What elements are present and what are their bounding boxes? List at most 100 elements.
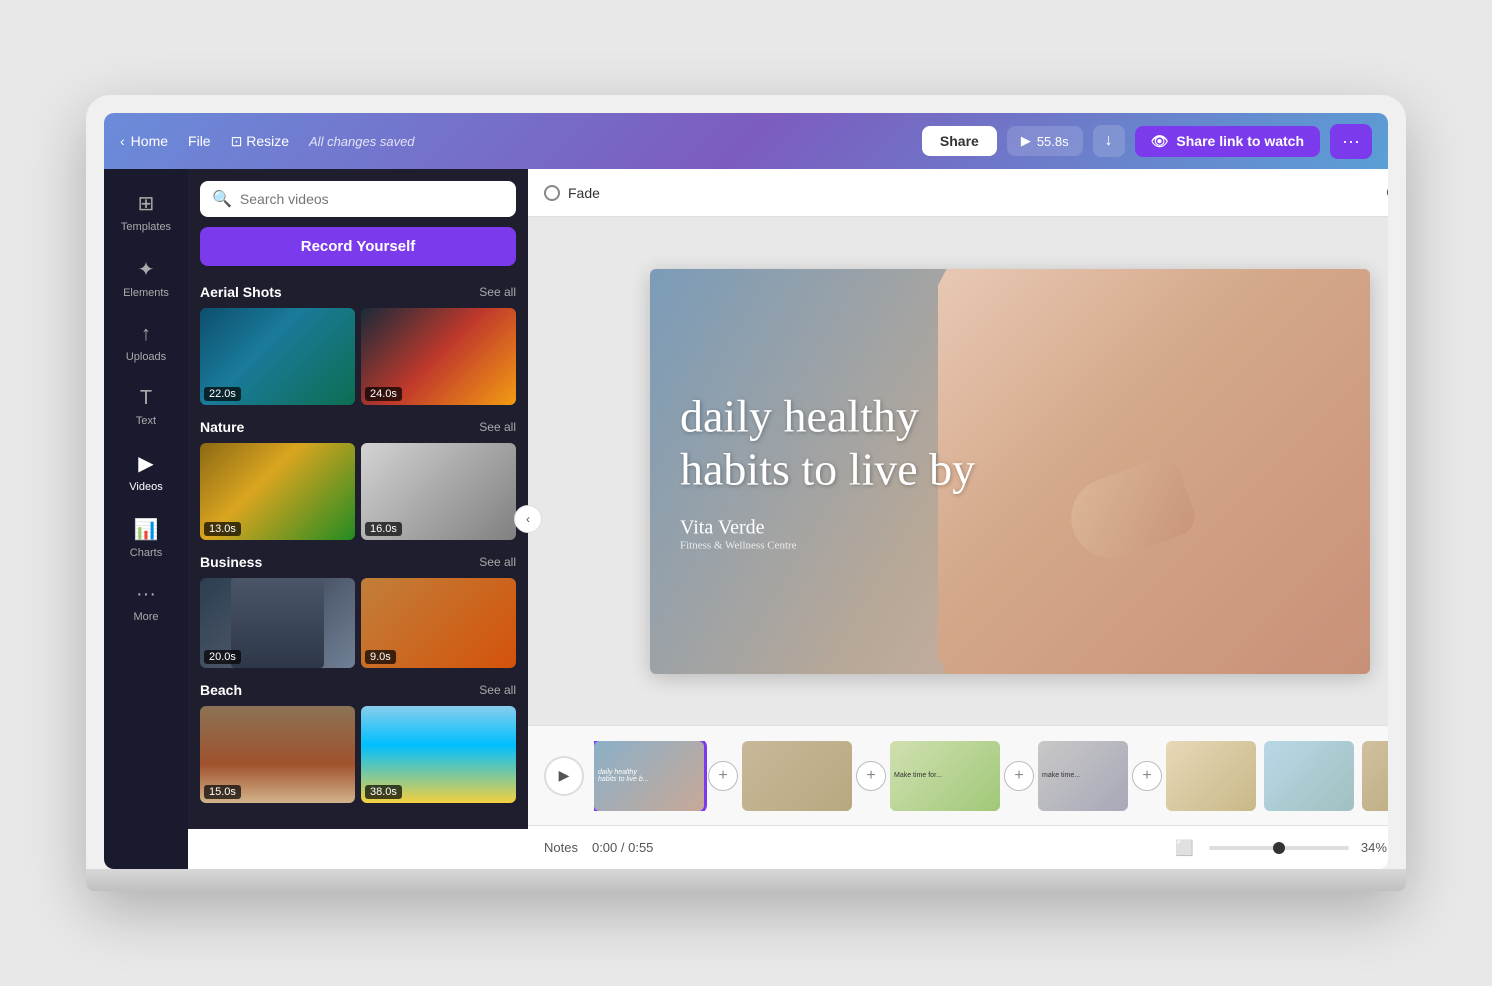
add-slide-btn-1[interactable]: + xyxy=(708,761,738,791)
videos-panel-wrapper: 🔍 Record Yourself Aerial Shots See all 2… xyxy=(188,169,528,869)
sidebar-item-more[interactable]: ··· More xyxy=(104,573,188,633)
slide-brand: Vita Verde Fitness & Wellness Centre xyxy=(680,516,975,551)
sidebar-item-uploads[interactable]: ↑ Uploads xyxy=(104,313,188,373)
beach-video-1[interactable]: 15.0s xyxy=(200,706,355,803)
search-bar: 🔍 xyxy=(200,181,516,217)
top-bar: ‹ Home File ⊡ Resize All changes saved S… xyxy=(104,113,1388,169)
add-frame-button[interactable]: ⊕ xyxy=(1381,178,1388,207)
timeline-slide-4[interactable]: make time... xyxy=(1038,741,1128,811)
saved-status: All changes saved xyxy=(309,134,415,149)
videos-panel: 🔍 Record Yourself Aerial Shots See all 2… xyxy=(188,169,528,829)
play-time-button[interactable]: ▶ 55.8s xyxy=(1007,126,1083,156)
aerial-duration-2: 24.0s xyxy=(365,387,402,401)
sidebar-label-more: More xyxy=(133,611,158,623)
add-slide-btn-4[interactable]: + xyxy=(1132,761,1162,791)
share-link-button[interactable]: 👁 Share link to watch xyxy=(1135,126,1320,157)
beach-grid: 15.0s 38.0s xyxy=(200,706,516,803)
sidebar-label-videos: Videos xyxy=(129,481,162,493)
slide-text-area: daily healthy habits to live by Vita Ver… xyxy=(680,391,975,552)
beach-duration-1: 15.0s xyxy=(204,785,241,799)
laptop-shell: ‹ Home File ⊡ Resize All changes saved S… xyxy=(86,95,1406,891)
add-slide-btn-3[interactable]: + xyxy=(1004,761,1034,791)
laptop-base xyxy=(86,869,1406,891)
business-section-header: Business See all xyxy=(200,554,516,570)
transition-label: Fade xyxy=(544,185,600,201)
bottom-bar: Notes 0:00 / 0:55 ⬜ 34% 9 ⤡ ? xyxy=(528,825,1388,869)
notes-label[interactable]: Notes xyxy=(544,840,578,855)
download-button[interactable]: ↓ xyxy=(1093,125,1125,157)
uploads-icon: ↑ xyxy=(141,323,151,346)
zoom-label: 34% xyxy=(1361,840,1387,855)
add-slide-btn-2[interactable]: + xyxy=(856,761,886,791)
beach-video-2[interactable]: 38.0s xyxy=(361,706,516,803)
aerial-see-all[interactable]: See all xyxy=(479,285,516,299)
timeline-slide-6[interactable] xyxy=(1264,741,1354,811)
progress-slider[interactable] xyxy=(1209,846,1349,850)
nature-title: Nature xyxy=(200,419,244,435)
business-see-all[interactable]: See all xyxy=(479,555,516,569)
aerial-video-2[interactable]: 24.0s xyxy=(361,308,516,405)
biz-duration-1: 20.0s xyxy=(204,650,241,664)
text-icon: T xyxy=(140,387,152,410)
share-button[interactable]: Share xyxy=(922,126,997,156)
nature-video-2[interactable]: 16.0s xyxy=(361,443,516,540)
resize-menu[interactable]: ⊡ Resize xyxy=(231,133,289,150)
sidebar-item-templates[interactable]: ⊞ Templates xyxy=(104,181,188,243)
sidebar-item-charts[interactable]: 📊 Charts xyxy=(104,507,188,569)
timeline-slide-2[interactable] xyxy=(742,741,852,811)
sidebar-item-elements[interactable]: ✦ Elements xyxy=(104,247,188,309)
top-bar-right: Share ▶ 55.8s ↓ 👁 Share link to watch ··… xyxy=(922,124,1372,159)
beach-duration-2: 38.0s xyxy=(365,785,402,799)
search-input[interactable] xyxy=(240,191,504,207)
aerial-grid: 22.0s 24.0s xyxy=(200,308,516,405)
share-link-label: Share link to watch xyxy=(1176,133,1304,149)
more-icon: ··· xyxy=(136,583,156,606)
timeline-slide-7[interactable] xyxy=(1362,741,1388,811)
home-label: Home xyxy=(131,133,168,149)
aerial-video-1[interactable]: 22.0s xyxy=(200,308,355,405)
timeline-slide-3[interactable]: Make time for... xyxy=(890,741,1000,811)
biz-duration-2: 9.0s xyxy=(365,650,396,664)
biz-video-1[interactable]: 20.0s xyxy=(200,578,355,668)
screen-icon-btn[interactable]: ⬜ xyxy=(1172,836,1197,860)
fade-label: Fade xyxy=(568,185,600,201)
videos-icon: ▶ xyxy=(138,451,153,476)
slide-background: daily healthy habits to live by Vita Ver… xyxy=(650,269,1370,674)
play-time-label: 55.8s xyxy=(1037,134,1069,149)
timeline-slide-1[interactable]: daily healthy habits to live b... daily … xyxy=(594,741,704,811)
slide-main-text: daily healthy habits to live by xyxy=(680,391,975,497)
canvas-preview: daily healthy habits to live by Vita Ver… xyxy=(528,217,1388,725)
nature-duration-1: 13.0s xyxy=(204,522,241,536)
beach-see-all[interactable]: See all xyxy=(479,683,516,697)
biz-video-2[interactable]: 9.0s xyxy=(361,578,516,668)
fade-icon xyxy=(544,185,560,201)
templates-icon: ⊞ xyxy=(138,191,155,216)
sidebar: ⊞ Templates ✦ Elements ↑ Uploads T Text … xyxy=(104,169,188,869)
record-button[interactable]: Record Yourself xyxy=(200,227,516,266)
progress-dot xyxy=(1273,842,1285,854)
play-button[interactable]: ▶ xyxy=(544,756,584,796)
panel-collapse-button[interactable]: ‹ xyxy=(514,505,542,533)
more-options-button[interactable]: ··· xyxy=(1330,124,1372,159)
canvas-toolbar-right: ⊕ ⧉ 🗑 xyxy=(1381,178,1388,207)
slide-preview[interactable]: daily healthy habits to live by Vita Ver… xyxy=(650,269,1370,674)
timeline: ▶ daily healthy habits to live b... dail… xyxy=(528,725,1388,825)
bottom-controls: ⬜ 34% 9 ⤡ ? xyxy=(1172,836,1388,860)
top-bar-left: ‹ Home File ⊡ Resize All changes saved xyxy=(120,133,906,150)
beach-section-header: Beach See all xyxy=(200,682,516,698)
brand-tagline: Fitness & Wellness Centre xyxy=(680,539,975,551)
timeline-slide-5[interactable] xyxy=(1166,741,1256,811)
resize-icon: ⊡ xyxy=(231,133,243,149)
file-menu[interactable]: File xyxy=(188,133,211,149)
sidebar-item-videos[interactable]: ▶ Videos xyxy=(104,441,188,503)
time-display: 0:00 / 0:55 xyxy=(592,840,653,855)
business-title: Business xyxy=(200,554,262,570)
nature-video-1[interactable]: 13.0s xyxy=(200,443,355,540)
aerial-duration-1: 22.0s xyxy=(204,387,241,401)
home-nav[interactable]: ‹ Home xyxy=(120,133,168,149)
nature-section-header: Nature See all xyxy=(200,419,516,435)
canvas-area: Fade ⊕ ⧉ 🗑 xyxy=(528,169,1388,869)
elements-icon: ✦ xyxy=(138,257,155,282)
sidebar-item-text[interactable]: T Text xyxy=(104,377,188,437)
nature-see-all[interactable]: See all xyxy=(479,420,516,434)
